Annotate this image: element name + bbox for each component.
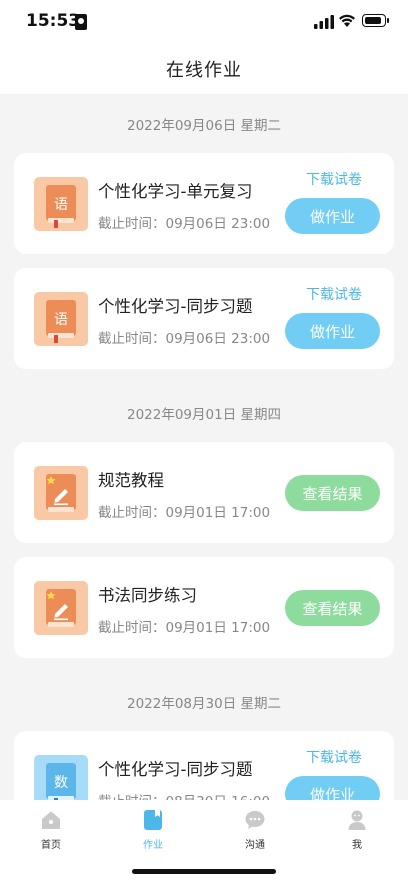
homework-card[interactable]: 书法同步练习 截止时间：09月01日 17:00 查看结果: [14, 557, 394, 658]
navigation-bar: 在线作业: [0, 44, 408, 94]
yu-book-icon: 语: [34, 292, 88, 346]
status-time: 15:53: [26, 11, 81, 31]
book-char: 语: [54, 312, 68, 328]
homework-title: 个性化学习-同步习题: [98, 297, 253, 316]
homework-deadline: 截止时间：08月30日 16:00: [98, 790, 270, 800]
do-homework-button[interactable]: 做作业: [285, 776, 380, 800]
wifi-icon: [339, 14, 355, 27]
orientation-lock-icon: [75, 14, 87, 30]
homework-card[interactable]: 数 个性化学习-同步习题 截止时间：08月30日 16:00 下载试卷 做作业: [14, 731, 394, 800]
tab-label: 首页: [41, 840, 61, 851]
tab-homework[interactable]: 作业: [102, 808, 204, 854]
download-paper-link[interactable]: 下载试卷: [306, 169, 362, 189]
pen-book-icon: [34, 466, 88, 520]
tab-label: 沟通: [245, 840, 265, 851]
book-char: 语: [54, 197, 68, 213]
homework-deadline: 截止时间：09月01日 17:00: [98, 620, 271, 636]
book-char: 数: [54, 775, 68, 791]
homework-title: 规范教程: [98, 471, 164, 490]
homework-deadline: 截止时间：09月01日 17:00: [98, 505, 271, 521]
homework-card[interactable]: 语 个性化学习-单元复习 截止时间：09月06日 23:00 下载试卷 做作业: [14, 153, 394, 254]
homework-icon: [144, 810, 162, 830]
homework-card[interactable]: 语 个性化学习-同步习题 截止时间：09月06日 23:00 下载试卷 做作业: [14, 268, 394, 369]
homework-title: 个性化学习-单元复习: [98, 182, 253, 201]
signal-icon: [314, 15, 334, 29]
do-homework-button[interactable]: 做作业: [285, 198, 380, 234]
date-header: 2022年08月30日 星期二: [126, 695, 281, 712]
date-header: 2022年09月06日 星期二: [126, 117, 281, 134]
tab-home[interactable]: 首页: [0, 808, 102, 854]
status-bar: 15:53: [0, 0, 408, 44]
profile-icon: [348, 810, 366, 830]
tab-label: 作业: [143, 840, 163, 851]
homework-deadline: 截止时间：09月06日 23:00: [98, 331, 271, 347]
do-homework-button[interactable]: 做作业: [285, 313, 380, 349]
home-icon: [42, 811, 60, 829]
home-indicator: [132, 869, 276, 874]
homework-deadline: 截止时间：09月06日 23:00: [98, 216, 271, 232]
yu-book-icon: 语: [34, 177, 88, 231]
view-result-button[interactable]: 查看结果: [285, 475, 380, 511]
homework-title: 个性化学习-同步习题: [98, 760, 253, 779]
date-header: 2022年09月01日 星期四: [126, 406, 281, 423]
tab-profile[interactable]: 我: [306, 808, 408, 854]
download-paper-link[interactable]: 下载试卷: [306, 284, 362, 304]
homework-card[interactable]: 规范教程 截止时间：09月01日 17:00 查看结果: [14, 442, 394, 543]
homework-title: 书法同步练习: [98, 586, 197, 605]
page-title: 在线作业: [166, 60, 242, 81]
tab-label: 我: [352, 840, 362, 851]
view-result-button[interactable]: 查看结果: [285, 590, 380, 626]
tab-chat[interactable]: 沟通: [204, 808, 306, 854]
homework-list[interactable]: 2022年09月06日 星期二 语 个性化学习-单元复习 截止时间：09月06日…: [0, 94, 408, 800]
pen-book-icon: [34, 581, 88, 635]
battery-icon: [362, 14, 389, 27]
chat-icon: [245, 811, 265, 829]
shu-book-icon: 数: [34, 755, 88, 800]
download-paper-link[interactable]: 下载试卷: [306, 747, 362, 767]
